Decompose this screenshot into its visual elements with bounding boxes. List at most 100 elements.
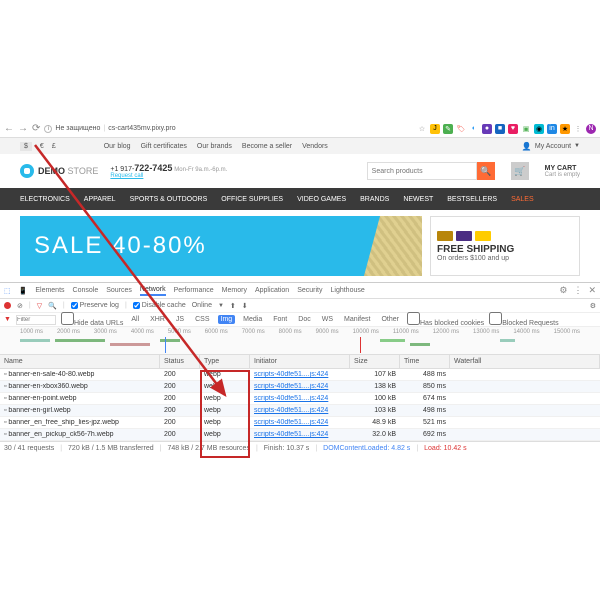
nav-office[interactable]: OFFICE SUPPLIES: [221, 196, 283, 203]
timeline[interactable]: 1000 ms2000 ms3000 ms4000 ms5000 ms6000 …: [0, 327, 600, 355]
forward-icon[interactable]: →: [18, 123, 28, 134]
type-ws[interactable]: WS: [319, 315, 336, 324]
main-nav: ELECTRONICS APPAREL SPORTS & OUTDOORS OF…: [0, 188, 600, 210]
table-row[interactable]: ▫ banner_en_free_ship_lies-jpz.webp200we…: [0, 417, 600, 429]
banner-row: SALE 40-80% FREE SHIPPING On orders $100…: [0, 210, 600, 282]
clear-icon[interactable]: ⊘: [17, 302, 23, 310]
currency-usd[interactable]: $: [20, 142, 32, 151]
nav-games[interactable]: VIDEO GAMES: [297, 196, 346, 203]
link-gift[interactable]: Gift certificates: [141, 143, 187, 150]
nav-best[interactable]: BESTSELLERS: [447, 196, 497, 203]
throttle-select[interactable]: Online: [192, 302, 212, 309]
top-strip: $ € £ Our blog Gift certificates Our bra…: [0, 138, 600, 154]
type-doc[interactable]: Doc: [295, 315, 313, 324]
type-xhr[interactable]: XHR: [147, 315, 168, 324]
back-icon[interactable]: ←: [4, 123, 14, 134]
link-seller[interactable]: Become a seller: [242, 143, 292, 150]
col-type[interactable]: Type: [200, 355, 250, 368]
shipping-banner[interactable]: FREE SHIPPING On orders $100 and up: [430, 216, 580, 276]
type-other[interactable]: Other: [378, 315, 402, 324]
nav-apparel[interactable]: APPAREL: [84, 196, 116, 203]
search-input[interactable]: [367, 162, 477, 180]
table-row[interactable]: ▫ banner-en-sale-40-80.webp200webpscript…: [0, 369, 600, 381]
filter-toggle-icon[interactable]: ▽: [37, 302, 42, 310]
upload-icon[interactable]: ⬆: [230, 302, 236, 310]
account-menu[interactable]: 👤 My Account ▼: [522, 142, 580, 151]
type-media[interactable]: Media: [240, 315, 265, 324]
col-waterfall[interactable]: Waterfall: [450, 355, 600, 368]
logo[interactable]: DEMO STORE: [20, 164, 98, 178]
type-font[interactable]: Font: [270, 315, 290, 324]
type-img[interactable]: Img: [218, 315, 236, 324]
currency-eur[interactable]: €: [40, 143, 44, 150]
close-icon[interactable]: ✕: [588, 285, 596, 296]
type-js[interactable]: JS: [173, 315, 187, 324]
col-name[interactable]: Name: [0, 355, 160, 368]
col-time[interactable]: Time: [400, 355, 450, 368]
type-manifest[interactable]: Manifest: [341, 315, 373, 324]
url-text: cs-cart435mv.pixy.pro: [108, 125, 175, 132]
extension-icons: ☆ J ✎ 🏷 ◐ ● ■ ♥ ▣ ◉ in ★ ⋮ N: [417, 124, 596, 134]
phone-block: +1 917-722-7425 Mon-Fr 9a.m.-6p.m. Reque…: [110, 163, 227, 179]
tab-application[interactable]: Application: [255, 287, 289, 294]
preserve-log-checkbox[interactable]: Preserve log: [71, 302, 119, 309]
tab-console[interactable]: Console: [73, 287, 99, 294]
inspect-icon[interactable]: ⬚: [4, 287, 11, 295]
settings-icon[interactable]: ⚙: [559, 285, 567, 296]
table-row[interactable]: ▫ banner-en-point.webp200webpscripts-40d…: [0, 393, 600, 405]
download-icon[interactable]: ⬇: [242, 302, 248, 310]
search-button[interactable]: 🔍: [477, 162, 495, 180]
ups-icon: [437, 231, 453, 241]
table-row[interactable]: ▫ banner-en-girl.webp200webpscripts-40df…: [0, 405, 600, 417]
tab-lighthouse[interactable]: Lighthouse: [331, 287, 365, 294]
nav-newest[interactable]: NEWEST: [403, 196, 433, 203]
disable-cache-checkbox[interactable]: Disable cache: [133, 302, 186, 309]
address-bar[interactable]: i Не защищено | cs-cart435mv.pixy.pro: [44, 125, 175, 133]
table-row[interactable]: ▫ banner_en_pickup_ck56-7h.webp200webpsc…: [0, 429, 600, 441]
record-icon[interactable]: [4, 302, 11, 309]
device-icon[interactable]: 📱: [19, 287, 28, 295]
col-size[interactable]: Size: [350, 355, 400, 368]
nav-sports[interactable]: SPORTS & OUTDOORS: [130, 196, 208, 203]
browser-toolbar: ← → ⟳ i Не защищено | cs-cart435mv.pixy.…: [0, 120, 600, 138]
hide-data-urls[interactable]: Hide data URLs: [61, 312, 123, 327]
col-status[interactable]: Status: [160, 355, 200, 368]
cart-text[interactable]: MY CART Cart is empty: [545, 165, 580, 178]
network-rows: ▫ banner-en-sale-40-80.webp200webpscript…: [0, 369, 600, 441]
tab-network[interactable]: Network: [140, 286, 166, 296]
tab-security[interactable]: Security: [297, 287, 322, 294]
nav-sales[interactable]: SALES: [511, 196, 534, 203]
security-text: Не защищено: [55, 125, 100, 132]
blocked-cookies[interactable]: Has blocked cookies: [407, 312, 484, 327]
funnel-icon[interactable]: ▼: [4, 316, 11, 323]
tab-elements[interactable]: Elements: [35, 287, 64, 294]
more-icon[interactable]: ⋮: [573, 285, 582, 296]
sale-banner[interactable]: SALE 40-80%: [20, 216, 422, 276]
link-brands[interactable]: Our brands: [197, 143, 232, 150]
nav-brands[interactable]: BRANDS: [360, 196, 389, 203]
nav-electronics[interactable]: ELECTRONICS: [20, 196, 70, 203]
blocked-requests[interactable]: Blocked Requests: [489, 312, 558, 327]
link-blog[interactable]: Our blog: [104, 143, 131, 150]
type-css[interactable]: CSS: [192, 315, 212, 324]
info-icon[interactable]: i: [44, 125, 52, 133]
request-call-link[interactable]: Request call: [110, 173, 227, 179]
search-icon[interactable]: 🔍: [48, 302, 57, 310]
filter-input[interactable]: [16, 315, 56, 325]
dhl-icon: [475, 231, 491, 241]
type-all[interactable]: All: [128, 315, 142, 324]
col-initiator[interactable]: Initiator: [250, 355, 350, 368]
gear-icon[interactable]: ⚙: [590, 302, 596, 310]
devtools-tabs: ⬚ 📱 Elements Console Sources Network Per…: [0, 283, 600, 299]
tab-memory[interactable]: Memory: [222, 287, 247, 294]
network-status-bar: 30 / 41 requests| 720 kB / 1.5 MB transf…: [0, 441, 600, 455]
link-vendors[interactable]: Vendors: [302, 143, 328, 150]
currency-gbp[interactable]: £: [52, 143, 56, 150]
cart-icon[interactable]: 🛒: [511, 162, 529, 180]
tab-sources[interactable]: Sources: [106, 287, 132, 294]
network-table-header: Name Status Type Initiator Size Time Wat…: [0, 355, 600, 369]
devtools-panel: ⬚ 📱 Elements Console Sources Network Per…: [0, 282, 600, 455]
reload-icon[interactable]: ⟳: [32, 123, 40, 134]
tab-performance[interactable]: Performance: [174, 287, 214, 294]
table-row[interactable]: ▫ banner-en-xbox360.webp200webpscripts-4…: [0, 381, 600, 393]
